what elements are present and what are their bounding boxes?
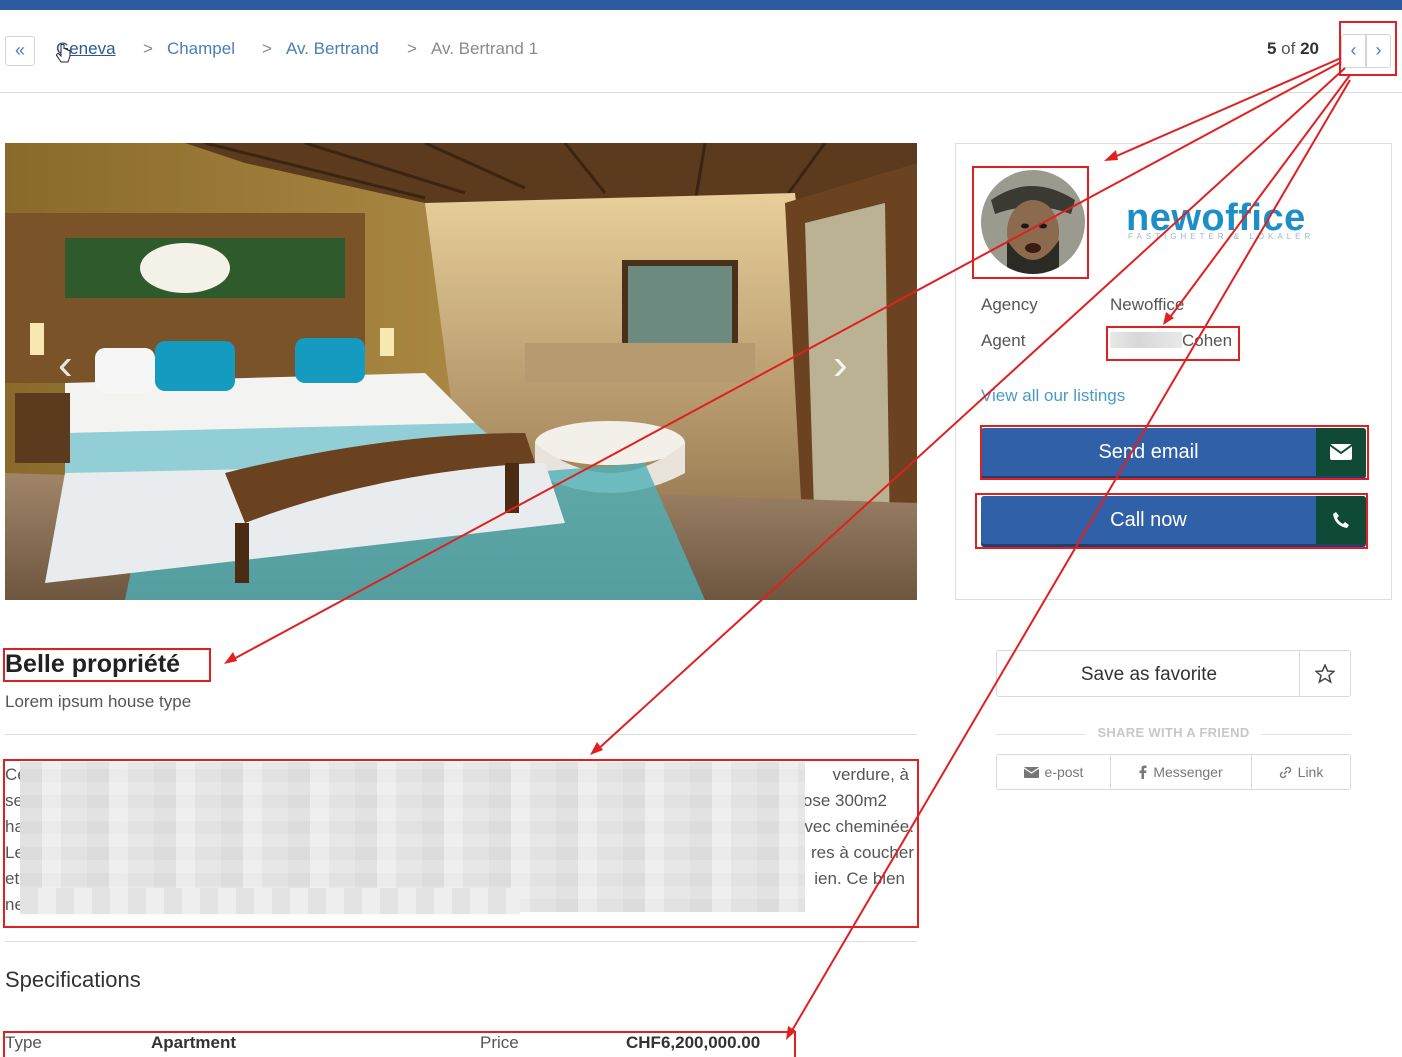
pager-current: 5 <box>1266 39 1277 58</box>
link-icon <box>1279 766 1291 778</box>
breadcrumb-separator: > <box>262 39 272 58</box>
arrowhead <box>224 652 237 664</box>
spec-type-value: Apartment <box>151 1033 237 1052</box>
call-now-label: Call now <box>1110 509 1187 531</box>
redacted-first-name <box>1110 332 1182 348</box>
agent-value: Cohen <box>1110 331 1232 351</box>
share-messenger-button[interactable]: Messenger <box>1111 755 1252 789</box>
star-icon <box>1299 651 1350 696</box>
line-end: ien. Ce bien <box>814 869 905 888</box>
breadcrumb-separator: > <box>143 39 153 58</box>
agent-contact-card: newoffice FASTIGHETER & LOKALER Agency N… <box>955 143 1392 600</box>
share-divider-right <box>1261 734 1351 735</box>
breadcrumb-current: > Av. Bertrand 1 <box>407 39 538 59</box>
divider <box>5 734 917 735</box>
line-end: vec cheminée. <box>804 817 914 836</box>
spec-price-value: CHF6,200,000.00 <box>626 1033 761 1052</box>
back-double-chevron-button[interactable]: « <box>5 36 35 66</box>
top-accent-bar <box>0 0 1402 10</box>
line-end: verdure, à <box>832 765 909 784</box>
share-with-friend-title: SHARE WITH A FRIEND <box>1097 725 1250 740</box>
breadcrumb-separator: > <box>407 39 417 58</box>
agency-logo-tagline: FASTIGHETER & LOKALER <box>1128 232 1315 241</box>
share-link-button[interactable]: Link <box>1252 755 1350 789</box>
share-link-label: Link <box>1297 764 1324 780</box>
envelope-icon <box>1316 428 1366 476</box>
photo-next-arrow[interactable]: › <box>833 343 848 387</box>
spec-type-label: Type <box>5 1033 42 1052</box>
breadcrumb-champel[interactable]: > Champel <box>143 39 235 59</box>
listing-pager-count: 5 of 20 <box>1267 39 1319 59</box>
line-start: et <box>5 869 20 888</box>
spec-price-label: Price <box>480 1033 519 1052</box>
share-buttons: e-post Messenger Link <box>996 754 1351 790</box>
previous-listing-button[interactable]: ‹ <box>1341 34 1366 68</box>
call-now-button[interactable]: Call now <box>981 496 1366 544</box>
breadcrumb-bar: « Geneva > Champel > Av. Bertrand > Av. Ber… <box>0 10 1402 93</box>
send-email-button[interactable]: Send email <box>981 428 1366 476</box>
photo-prev-arrow[interactable]: ‹ <box>58 343 73 387</box>
save-favorite-label: Save as favorite <box>1080 664 1218 685</box>
agent-last-name: Cohen <box>1182 331 1233 350</box>
breadcrumb-label: Av. Bertrand 1 <box>430 39 539 58</box>
agent-label: Agent <box>981 331 1026 350</box>
breadcrumb-label[interactable]: Av. Bertrand <box>286 39 379 58</box>
next-listing-button[interactable]: › <box>1366 34 1391 68</box>
share-messenger-label: Messenger <box>1153 764 1223 780</box>
phone-icon <box>1316 496 1366 544</box>
view-all-listings-link[interactable]: View all our listings <box>981 386 1125 406</box>
pager-of: of <box>1281 39 1296 58</box>
line-end: res à coucher <box>811 843 914 862</box>
save-favorite-button[interactable]: Save as favorite <box>996 650 1351 697</box>
send-email-label: Send email <box>1098 441 1199 463</box>
redacted-description-tail <box>20 888 520 914</box>
property-photo-carousel[interactable]: ‹ › <box>5 143 917 600</box>
share-email-button[interactable]: e-post <box>997 755 1111 789</box>
divider <box>5 941 917 942</box>
agency-value: Newoffice <box>1110 295 1185 314</box>
listing-title: Belle propriété <box>5 650 181 678</box>
agency-label: Agency <box>981 295 1038 314</box>
agent-avatar <box>981 170 1085 274</box>
breadcrumb-label[interactable]: Champel <box>167 39 235 58</box>
envelope-icon <box>1023 766 1039 778</box>
pager-total: 20 <box>1300 39 1319 58</box>
share-email-label: e-post <box>1044 764 1084 780</box>
hand-cursor-icon <box>56 44 71 63</box>
agent-portrait <box>981 170 1085 274</box>
arrowhead <box>590 742 603 755</box>
breadcrumb-av-bertrand[interactable]: > Av. Bertrand <box>262 39 379 59</box>
line-end: ose 300m2 <box>802 791 887 810</box>
spec-row: Type Apartment Price CHF6,200,000.00 <box>5 1033 795 1057</box>
specifications-heading: Specifications <box>5 967 141 992</box>
listing-subtitle: Lorem ipsum house type <box>5 692 192 711</box>
bedroom-photo <box>5 143 917 600</box>
facebook-icon <box>1139 765 1147 779</box>
